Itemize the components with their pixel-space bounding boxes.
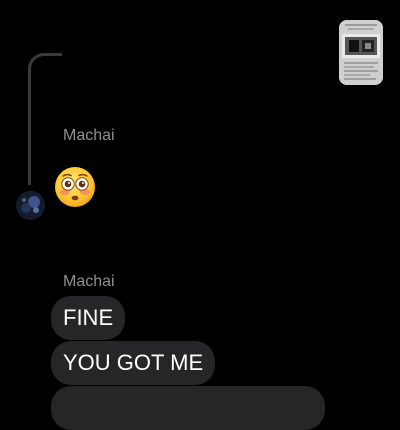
sender-name: Machai (63, 273, 115, 290)
message-bubble[interactable] (51, 386, 325, 430)
sent-image-attachment[interactable] (339, 20, 383, 85)
message-bubble[interactable]: YOU GOT ME (51, 341, 216, 385)
image-attachment-icon (339, 20, 383, 85)
flushed-face-emoji[interactable] (53, 165, 97, 214)
message-text: YOU GOT ME (63, 350, 204, 375)
sender-name: Machai (63, 127, 115, 144)
avatar-photo (16, 191, 45, 220)
message-text: FINE (63, 305, 114, 330)
message-bubble[interactable]: FINE (51, 296, 126, 340)
avatar[interactable] (16, 191, 45, 220)
